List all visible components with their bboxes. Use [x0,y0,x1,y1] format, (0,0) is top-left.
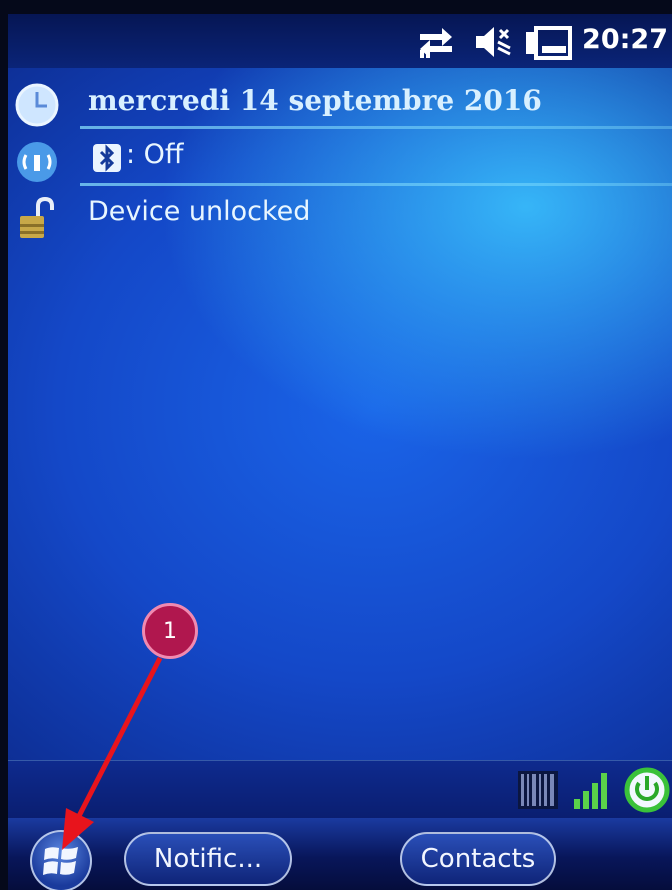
annotation-badge: 1 [142,603,198,659]
softkey-bar: Notific... Contacts [8,818,672,890]
contacts-softkey[interactable]: Contacts [400,832,556,886]
clock-icon [15,83,59,127]
today-screen: 20:27 mercredi 14 septembre 2016 : Off D… [8,14,672,890]
signal-strength-icon[interactable] [572,769,614,811]
status-bar: 20:27 [8,14,672,68]
bluetooth-icon [93,144,121,172]
unlocked-padlock-icon [20,196,54,238]
status-time[interactable]: 20:27 [582,24,668,55]
today-date-row[interactable]: mercredi 14 septembre 2016 [8,72,672,129]
barcode-scanner-icon[interactable] [516,769,560,811]
wireless-icon [17,142,57,182]
notifications-softkey[interactable]: Notific... [124,832,292,886]
bluetooth-status-text: : Off [126,139,184,170]
windows-start-icon [43,847,78,875]
power-icon[interactable] [624,767,670,813]
start-button[interactable] [30,830,92,890]
date-text: mercredi 14 septembre 2016 [88,84,542,117]
speaker-muted-icon[interactable] [474,24,514,60]
today-wireless-row[interactable]: : Off [8,129,672,186]
today-lock-row[interactable]: Device unlocked [8,186,672,243]
battery-icon[interactable] [524,24,574,60]
icon-tray [8,760,672,819]
lock-status-text: Device unlocked [88,196,311,227]
connectivity-arrows-icon[interactable] [416,24,456,60]
